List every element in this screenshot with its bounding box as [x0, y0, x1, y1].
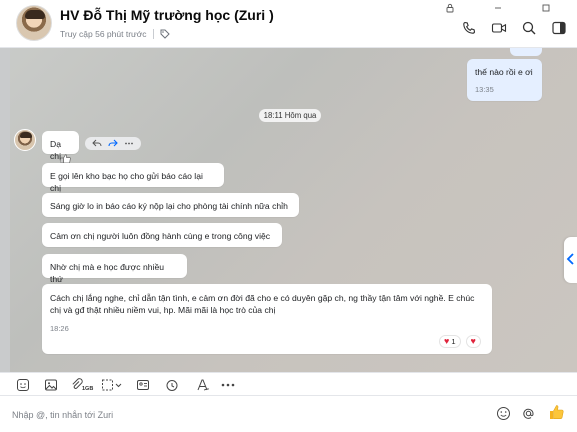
- conversation-title[interactable]: HV Đỗ Thị Mỹ trường học (Zuri ): [60, 7, 274, 23]
- chat-header: HV Đỗ Thị Mỹ trường học (Zuri ) Truy cập…: [0, 0, 577, 48]
- tag-icon[interactable]: [160, 29, 170, 39]
- more-options-icon[interactable]: [220, 378, 236, 392]
- divider: [152, 29, 154, 39]
- heart-icon: ♥: [444, 336, 450, 346]
- message-text: E gọi lên kho bạc họ cho gửi báo cáo lại…: [50, 171, 203, 193]
- composer: [0, 396, 577, 432]
- previous-message-edge: [510, 48, 542, 56]
- search-icon[interactable]: [521, 20, 537, 36]
- message-list[interactable]: thế nào rồi e ơi 13:35 18:11 Hôm qua Dạ …: [0, 48, 577, 372]
- message-input[interactable]: [12, 408, 482, 422]
- incoming-message[interactable]: Sáng giờ lo in báo cáo ký nộp lại cho ph…: [42, 193, 299, 217]
- minimize-icon[interactable]: [493, 3, 503, 13]
- maximize-icon[interactable]: [541, 3, 551, 13]
- mention-icon[interactable]: [521, 406, 536, 421]
- incoming-message[interactable]: Cảm ơn chị người luôn đồng hành cùng e t…: [42, 223, 282, 247]
- message-time: 18:26: [50, 324, 69, 333]
- message-text: Cảm ơn chị người luôn đồng hành cùng e t…: [50, 231, 271, 241]
- outgoing-message[interactable]: thế nào rồi e ơi 13:35: [467, 59, 542, 101]
- heart-icon: ♥: [470, 336, 476, 346]
- lock-icon[interactable]: [445, 3, 455, 13]
- incoming-message[interactable]: Cách chị lắng nghe, chỉ dẫn tận tình, e …: [42, 284, 492, 354]
- reaction-count-badge[interactable]: ♥ 1: [439, 335, 461, 348]
- reaction-count: 1: [451, 337, 456, 346]
- date-divider: 18:11 Hôm qua: [259, 109, 321, 122]
- composer-toolbar: 1GB: [0, 372, 577, 396]
- message-actions: [85, 137, 141, 150]
- image-icon[interactable]: [44, 378, 58, 392]
- more-options-icon[interactable]: [124, 139, 134, 148]
- business-card-icon[interactable]: [136, 378, 150, 392]
- message-text: Nhờ chị mà e học được nhiều thứ: [50, 262, 164, 284]
- incoming-message[interactable]: E gọi lên kho bạc họ cho gửi báo cáo lại…: [42, 163, 224, 193]
- window-controls: [445, 3, 551, 13]
- quick-like-icon[interactable]: [548, 404, 565, 421]
- emoji-icon[interactable]: [496, 406, 511, 421]
- message-text: Cách chị lắng nghe, chỉ dẫn tận tình, e …: [50, 293, 475, 315]
- sender-avatar[interactable]: [14, 129, 36, 151]
- phone-icon[interactable]: [461, 20, 477, 36]
- incoming-message[interactable]: Nhờ chị mà e học được nhiều thứ: [42, 254, 187, 284]
- file-limit-label: 1GB: [82, 386, 94, 392]
- message-reactions: ♥ 1 ♥: [439, 335, 481, 348]
- video-call-icon[interactable]: [491, 20, 507, 36]
- add-reaction-button[interactable]: ♥: [465, 335, 481, 348]
- message-text: thế nào rồi e ơi: [475, 67, 533, 77]
- conversation-info-panel-icon[interactable]: [551, 20, 567, 36]
- screenshot-icon[interactable]: [101, 378, 123, 392]
- message-text: Sáng giờ lo in báo cáo ký nộp lại cho ph…: [50, 201, 288, 211]
- sticker-icon[interactable]: [16, 378, 30, 392]
- chevron-left-icon: [566, 253, 575, 265]
- reply-icon[interactable]: [92, 139, 102, 148]
- reminder-clock-icon[interactable]: [165, 378, 179, 392]
- contact-status-row: Truy cập 56 phút trước: [60, 29, 170, 39]
- message-time: 13:35: [475, 85, 494, 94]
- text-format-icon[interactable]: [196, 378, 210, 392]
- expand-panel-tab[interactable]: [564, 237, 577, 283]
- last-access-text: Truy cập 56 phút trước: [60, 29, 147, 39]
- contact-avatar[interactable]: [16, 5, 52, 41]
- forward-icon[interactable]: [108, 139, 118, 148]
- incoming-message[interactable]: Dạ chị: [42, 131, 79, 161]
- header-actions: [461, 20, 567, 36]
